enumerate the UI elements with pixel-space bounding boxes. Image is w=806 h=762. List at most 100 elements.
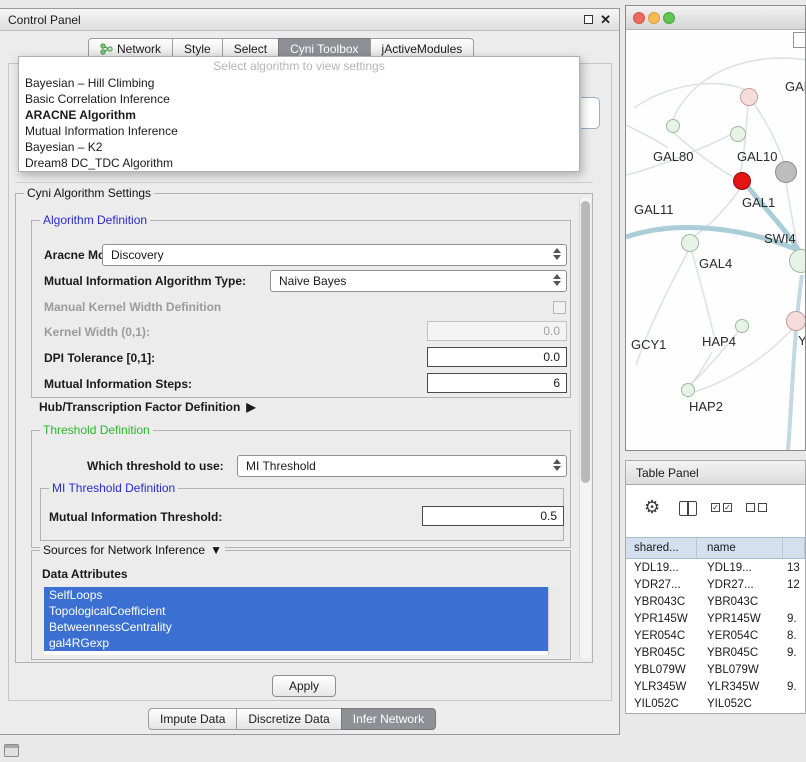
cell[interactable]: 9.: [783, 613, 805, 625]
control-panel-window: Control Panel ✕ Network Style Select Cyn: [0, 8, 620, 735]
close-icon[interactable]: ✕: [600, 15, 611, 25]
cell[interactable]: YBL079W: [626, 664, 697, 676]
algorithm-combobox-fragment[interactable]: [581, 97, 600, 129]
selected-value: Discovery: [111, 248, 164, 262]
sources-expander[interactable]: Sources for Network Inference ▼: [40, 543, 225, 557]
node[interactable]: [681, 234, 699, 252]
dropdown-item[interactable]: Dream8 DC_TDC Algorithm: [19, 155, 579, 171]
node[interactable]: [681, 383, 695, 397]
divider: [15, 182, 593, 183]
checked-boxes-icon[interactable]: ✓ ✓: [711, 503, 732, 512]
cell[interactable]: YDR27...: [626, 579, 697, 591]
cell[interactable]: YLR345W: [697, 681, 783, 693]
dropdown-item[interactable]: Basic Correlation Inference: [19, 91, 579, 107]
cell[interactable]: YER054C: [697, 630, 783, 642]
dropdown-item-selected[interactable]: ARACNE Algorithm: [19, 107, 579, 123]
table-row[interactable]: YER054CYER054C8.: [626, 627, 805, 644]
table-row[interactable]: YIL052CYIL052C: [626, 695, 805, 712]
tab-impute-data[interactable]: Impute Data: [148, 708, 237, 730]
kernel-width-label: Kernel Width (0,1):: [44, 325, 150, 339]
table-row[interactable]: YBL079WYBL079W: [626, 661, 805, 678]
tab-infer-network[interactable]: Infer Network: [341, 708, 436, 730]
window-title: Control Panel: [8, 13, 81, 27]
scrollbar-thumb[interactable]: [581, 201, 590, 483]
hub-definition-expander[interactable]: Hub/Transcription Factor Definition ▶: [39, 400, 256, 414]
table-panel-header[interactable]: Table Panel: [625, 460, 806, 485]
dropdown-item[interactable]: Bayesian – K2: [19, 139, 579, 155]
selected-value: Naive Bayes: [279, 274, 346, 288]
gear-icon[interactable]: ⚙: [644, 497, 660, 518]
cell[interactable]: YER054C: [626, 630, 697, 642]
table-row[interactable]: YBR045CYBR045C9.: [626, 644, 805, 661]
panel-dock-icon[interactable]: [4, 744, 19, 757]
cell[interactable]: YBL079W: [697, 664, 783, 676]
cell[interactable]: YBR043C: [626, 596, 697, 608]
cell[interactable]: YDL19...: [626, 562, 697, 574]
cell[interactable]: YIL052C: [697, 698, 783, 710]
list-scrollbar[interactable]: [548, 587, 560, 655]
dropdown-item[interactable]: Bayesian – Hill Climbing: [19, 75, 579, 91]
cell[interactable]: YDR27...: [697, 579, 783, 591]
table-row[interactable]: YPR145WYPR145W9.: [626, 610, 805, 627]
table-row[interactable]: YDR27...YDR27...12: [626, 576, 805, 593]
unchecked-boxes-icon[interactable]: [746, 503, 767, 512]
node[interactable]: [730, 126, 746, 142]
column-header-name[interactable]: name: [697, 538, 783, 558]
algorithm-definition-group: Algorithm Definition Aracne Mode: Discov…: [31, 220, 571, 398]
mi-threshold-field[interactable]: 0.5: [422, 506, 564, 526]
control-panel-titlebar[interactable]: Control Panel ✕: [0, 9, 619, 31]
mi-type-select[interactable]: Naive Bayes: [270, 270, 567, 292]
node-selected[interactable]: [733, 172, 751, 190]
cell[interactable]: YDL19...: [697, 562, 783, 574]
cell[interactable]: YPR145W: [697, 613, 783, 625]
zoom-traffic-light[interactable]: [663, 12, 675, 24]
cell[interactable]: YPR145W: [626, 613, 697, 625]
list-item[interactable]: BetweennessCentrality: [44, 619, 548, 635]
dropdown-item[interactable]: Mutual Information Inference: [19, 123, 579, 139]
cell[interactable]: YLR345W: [626, 681, 697, 693]
mi-steps-field[interactable]: 6: [427, 373, 567, 393]
network-view-window: GAL80 GAL10 GAL11 GAL1 SWI4 GAL4 GCY1 HA…: [625, 5, 806, 451]
selected-value: MI Threshold: [246, 459, 316, 473]
expand-right-icon: ▶: [246, 400, 255, 414]
network-window-titlebar[interactable]: [626, 6, 805, 30]
node[interactable]: [735, 319, 749, 333]
node[interactable]: [786, 311, 805, 331]
float-window-icon[interactable]: [584, 15, 593, 24]
cell[interactable]: YBR043C: [697, 596, 783, 608]
table-row[interactable]: YDL19...YDL19...13: [626, 559, 805, 576]
kernel-width-field[interactable]: 0.0: [427, 321, 567, 341]
cell[interactable]: 9.: [783, 647, 805, 659]
list-item[interactable]: gal4RGexp: [44, 635, 548, 651]
list-item[interactable]: TopologicalCoefficient: [44, 603, 548, 619]
column-header-partial[interactable]: [783, 538, 805, 558]
node[interactable]: [666, 119, 680, 133]
dpi-tolerance-field[interactable]: 0.0: [427, 347, 567, 367]
cell[interactable]: YBR045C: [697, 647, 783, 659]
tab-discretize-data[interactable]: Discretize Data: [236, 708, 341, 730]
network-canvas[interactable]: GAL80 GAL10 GAL11 GAL1 SWI4 GAL4 GCY1 HA…: [626, 30, 805, 450]
aracne-mode-select[interactable]: Discovery: [102, 244, 567, 266]
cell[interactable]: YIL052C: [626, 698, 697, 710]
settings-scrollbar[interactable]: [579, 198, 591, 658]
manual-kernel-checkbox[interactable]: [553, 301, 566, 314]
columns-icon[interactable]: [679, 501, 697, 516]
dpi-tolerance-label: DPI Tolerance [0,1]:: [44, 351, 155, 365]
tab-label: Infer Network: [353, 709, 424, 729]
which-threshold-select[interactable]: MI Threshold: [237, 455, 567, 477]
node[interactable]: [775, 161, 797, 183]
cell[interactable]: 8.: [783, 630, 805, 642]
column-header-shared-name[interactable]: shared...: [626, 538, 697, 558]
cyni-algorithm-settings-group: Cyni Algorithm Settings Algorithm Defini…: [15, 193, 593, 663]
cell[interactable]: 13: [783, 562, 805, 574]
cell[interactable]: YBR045C: [626, 647, 697, 659]
node[interactable]: [740, 88, 758, 106]
apply-button[interactable]: Apply: [272, 675, 336, 697]
table-row[interactable]: YBR043CYBR043C: [626, 593, 805, 610]
cell[interactable]: 9.: [783, 681, 805, 693]
table-row[interactable]: YLR345WYLR345W9.: [626, 678, 805, 695]
close-traffic-light[interactable]: [633, 12, 645, 24]
minimize-traffic-light[interactable]: [648, 12, 660, 24]
list-item[interactable]: SelfLoops: [44, 587, 548, 603]
cell[interactable]: 12: [783, 579, 805, 591]
